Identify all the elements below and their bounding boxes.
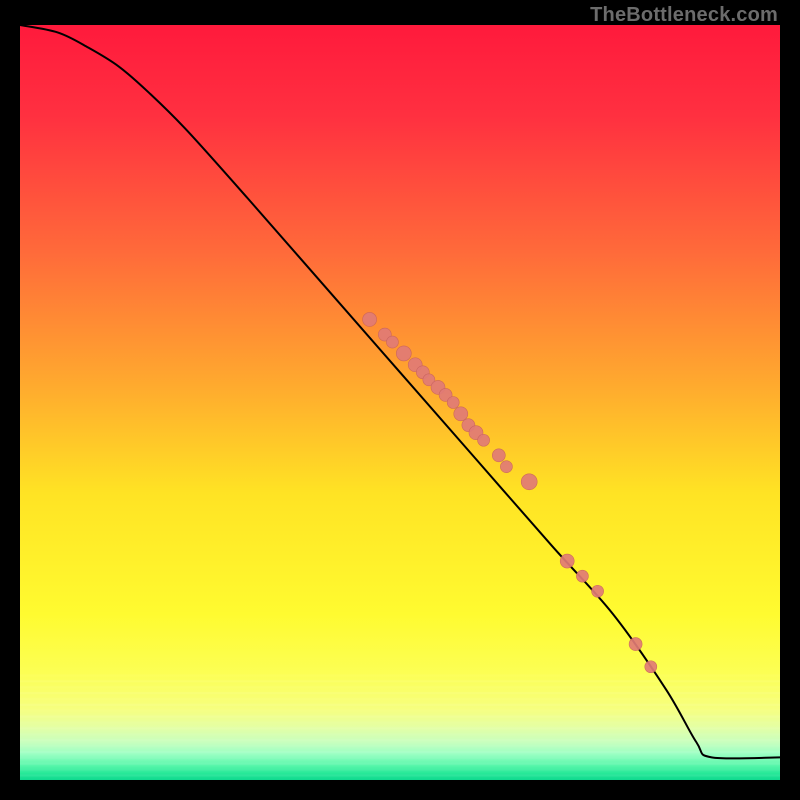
data-point [454,407,468,421]
plot-area [20,25,780,780]
chart-svg [20,25,780,780]
data-point [363,312,377,326]
data-point [500,461,512,473]
data-point [576,570,588,582]
data-point [478,434,490,446]
data-point [645,661,657,673]
data-point [396,346,411,361]
data-point [447,397,459,409]
data-point [592,585,604,597]
data-point [386,336,398,348]
data-point [560,554,574,568]
gradient-background [20,25,780,780]
data-point [492,449,505,462]
data-point [521,474,537,490]
chart-stage: TheBottleneck.com [0,0,800,800]
watermark-label: TheBottleneck.com [590,4,778,27]
data-point [629,638,642,651]
